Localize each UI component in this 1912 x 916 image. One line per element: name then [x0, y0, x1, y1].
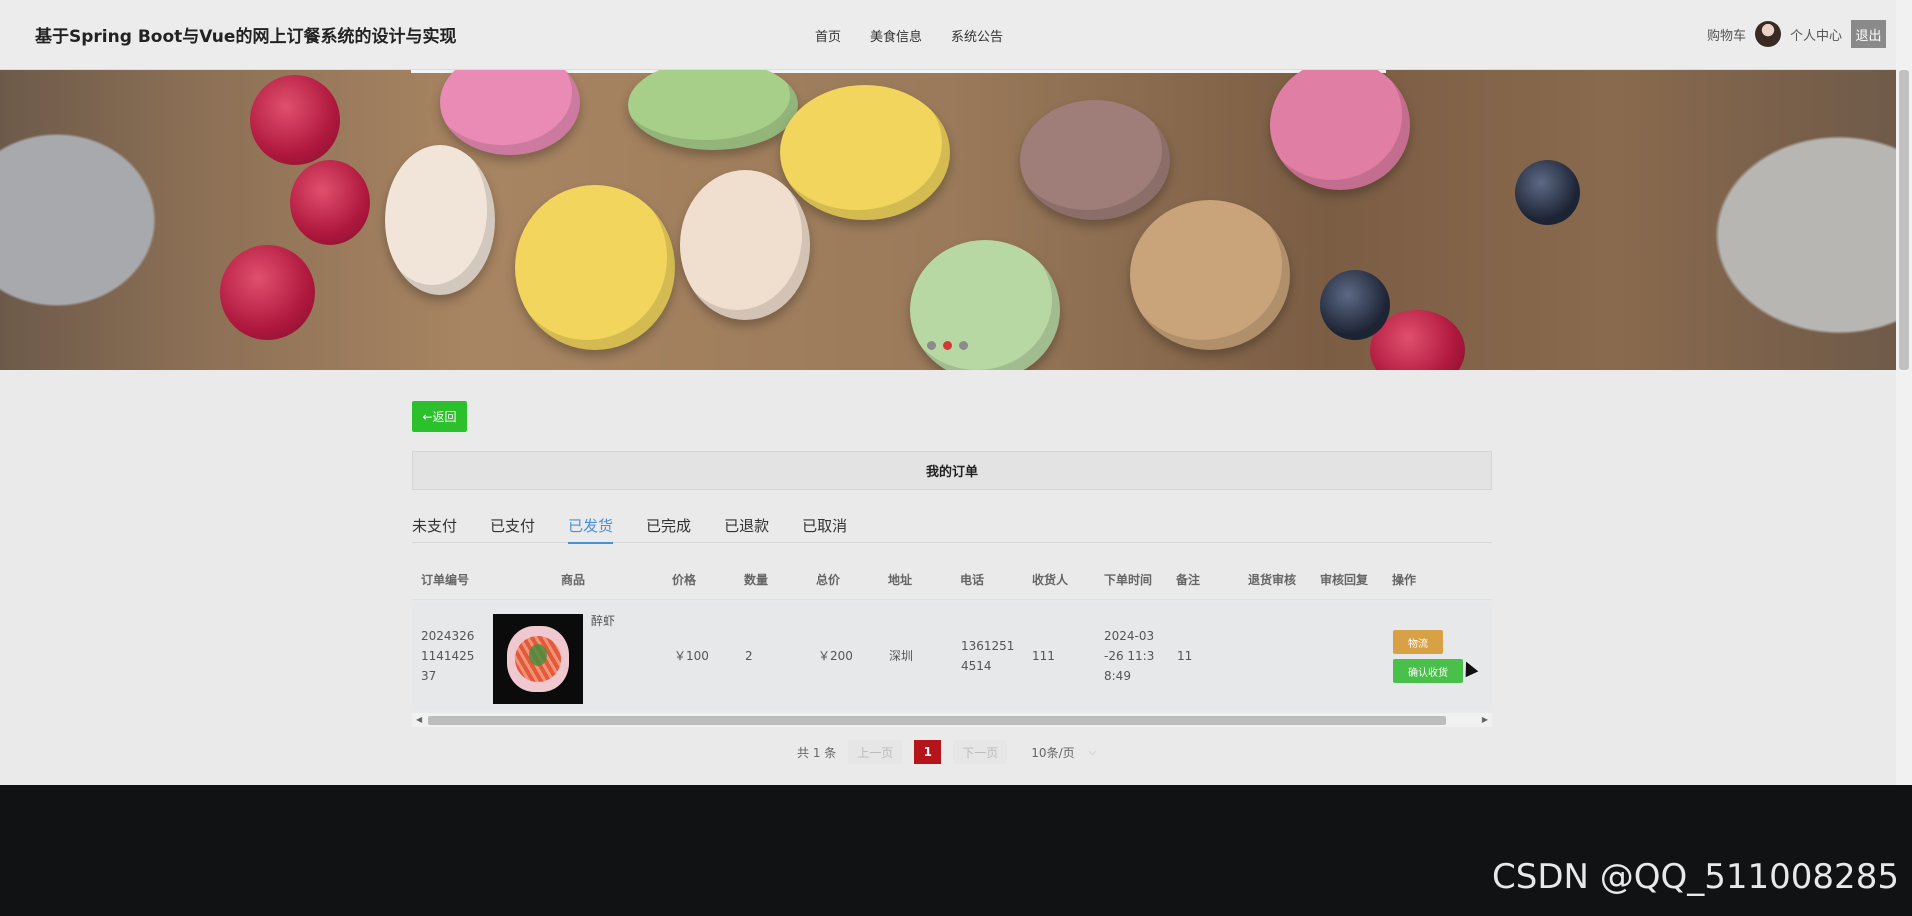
back-button[interactable]: ←返回 [412, 401, 467, 432]
page-size-value: 10条/页 [1031, 745, 1075, 760]
column-header: 电话 [960, 573, 985, 587]
column-header: 备注 [1176, 573, 1201, 587]
column-header: 审核回复 [1320, 573, 1369, 587]
address-cell: 深圳 [889, 649, 914, 663]
column-header: 地址 [888, 573, 913, 587]
banner-macaron [1130, 200, 1290, 350]
order-status-tabs: 未支付 已支付 已发货 已完成 已退款 已取消 [412, 515, 1492, 544]
column-header: 收货人 [1032, 573, 1069, 587]
remark-cell: 11 [1177, 649, 1193, 663]
nav-food-info[interactable]: 美食信息 [870, 26, 922, 45]
banner-blueberry [1320, 270, 1390, 340]
table-scrollbar-thumb[interactable] [428, 716, 1446, 725]
column-header: 退货审核 [1248, 573, 1297, 587]
banner-macaron [628, 70, 798, 150]
tab-shipped[interactable]: 已发货 [568, 515, 614, 544]
tab-paid[interactable]: 已支付 [490, 515, 535, 543]
banner-blueberry [1515, 160, 1580, 225]
logistics-button[interactable]: 物流 [1393, 630, 1443, 654]
banner-raspberry [220, 245, 315, 340]
banner-macaron [385, 145, 495, 295]
carousel-dots [927, 341, 968, 350]
carousel-dot-active[interactable] [943, 341, 952, 350]
banner-raspberry [250, 75, 340, 165]
order-time-line: 2024-03 [1104, 629, 1155, 643]
scroll-right-icon[interactable]: ▶ [1482, 715, 1488, 724]
order-time-line: -26 11:3 [1104, 649, 1155, 663]
page-scrollbar[interactable] [1896, 0, 1912, 916]
nav-announcements[interactable]: 系统公告 [951, 26, 1003, 45]
column-header: 订单编号 [421, 573, 470, 587]
receiver-cell: 111 [1032, 649, 1055, 663]
pagination: 共 1 条 上一页 1 下一页 10条/页 ⌵ [797, 740, 1096, 764]
product-image[interactable] [493, 614, 583, 704]
carousel-dot[interactable] [927, 341, 936, 350]
table-header: 订单编号 商品 价格 数量 总价 地址 电话 收货人 下单时间 备注 退货审核 … [412, 555, 1492, 600]
banner-macaron [1020, 100, 1170, 220]
tab-completed[interactable]: 已完成 [646, 515, 691, 543]
column-header: 下单时间 [1104, 573, 1153, 587]
banner-carousel [0, 70, 1896, 370]
watermark: CSDN @QQ_511008285 [1492, 857, 1899, 897]
nav-home[interactable]: 首页 [815, 26, 841, 45]
banner-macaron [440, 70, 580, 155]
profile-link[interactable]: 个人中心 [1790, 25, 1842, 44]
banner-macaron [680, 170, 810, 320]
banner-macaron [515, 185, 675, 350]
cart-link[interactable]: 购物车 [1707, 25, 1746, 44]
orders-table: 订单编号 商品 价格 数量 总价 地址 电话 收货人 下单时间 备注 退货审核 … [412, 555, 1492, 730]
order-time-line: 8:49 [1104, 669, 1131, 683]
order-number-line: 2024326 [421, 629, 475, 643]
phone-line: 1361251 [961, 639, 1015, 653]
table-horizontal-scrollbar[interactable]: ◀ ▶ [412, 713, 1492, 727]
tab-cancelled[interactable]: 已取消 [802, 515, 847, 543]
banner-macaron [1270, 70, 1410, 190]
column-header: 价格 [672, 573, 697, 587]
page-size-select[interactable]: 10条/页 ⌵ [1031, 744, 1096, 761]
page-title: 我的订单 [412, 451, 1492, 490]
order-number-line: 37 [421, 669, 437, 683]
phone-line: 4514 [961, 659, 992, 673]
page-scrollbar-thumb[interactable] [1899, 70, 1909, 370]
order-time-cell: 2024-03 -26 11:3 8:49 [1104, 626, 1154, 686]
banner-macaron [910, 240, 1060, 370]
user-area: 购物车 个人中心 退出 [1707, 20, 1886, 48]
prev-page-button[interactable]: 上一页 [848, 740, 903, 764]
product-name: 醉虾 [591, 614, 616, 628]
banner-macaron [780, 85, 950, 220]
chevron-down-icon: ⌵ [1088, 746, 1097, 758]
order-number-cell: 2024326 1141425 37 [421, 626, 474, 686]
total-count: 共 1 条 [797, 745, 837, 760]
next-page-button[interactable]: 下一页 [953, 740, 1008, 764]
total-cell: ￥200 [818, 649, 853, 663]
price-cell: ￥100 [674, 649, 709, 663]
page-number-current[interactable]: 1 [914, 740, 942, 764]
avatar[interactable] [1754, 21, 1781, 47]
order-number-line: 1141425 [421, 649, 475, 663]
column-header: 操作 [1392, 573, 1417, 587]
column-header: 总价 [816, 573, 841, 587]
herb-shape [529, 644, 547, 666]
carousel-dot[interactable] [959, 341, 968, 350]
column-header: 商品 [561, 573, 586, 587]
column-header: 数量 [744, 573, 769, 587]
quantity-cell: 2 [745, 649, 753, 663]
table-row: 2024326 1141425 37 醉虾 ￥100 2 ￥200 深圳 136… [412, 601, 1492, 711]
banner-raspberry [290, 160, 370, 245]
tab-refunded[interactable]: 已退款 [724, 515, 769, 543]
site-title: 基于Spring Boot与Vue的网上订餐系统的设计与实现 [35, 27, 457, 47]
main-nav: 首页 美食信息 系统公告 [815, 26, 1003, 45]
top-header: 基于Spring Boot与Vue的网上订餐系统的设计与实现 首页 美食信息 系… [0, 0, 1896, 70]
tab-unpaid[interactable]: 未支付 [412, 515, 457, 543]
logout-button[interactable]: 退出 [1851, 20, 1886, 48]
confirm-receipt-button[interactable]: 确认收货 [1393, 659, 1463, 683]
phone-cell: 1361251 4514 [961, 636, 1014, 676]
scroll-left-icon[interactable]: ◀ [416, 715, 422, 724]
